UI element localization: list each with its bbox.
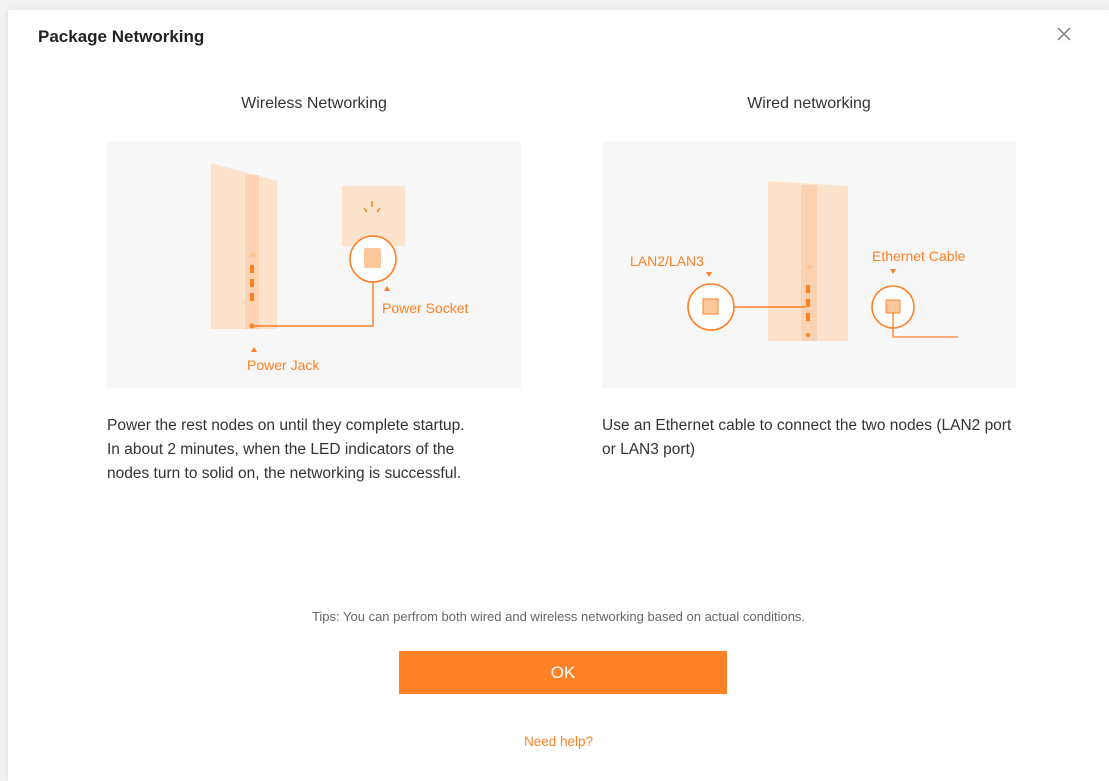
- wireless-description: Power the rest nodes on until they compl…: [107, 414, 497, 486]
- close-icon[interactable]: [1054, 24, 1074, 44]
- node-tower-icon: [211, 163, 277, 329]
- wireless-description-line-2: In about 2 minutes, when the LED indicat…: [107, 441, 462, 482]
- tips-text: Tips: You can perfrom both wired and wir…: [311, 609, 806, 624]
- wired-networking-title: Wired networking: [747, 95, 871, 112]
- wireless-illustration: Power Socket Power Jack: [107, 141, 521, 388]
- wired-description: Use an Ethernet cable to connect the two…: [602, 414, 1022, 462]
- wired-description-line-1: Use an Ethernet cable to connect the two…: [602, 417, 1012, 458]
- ok-button[interactable]: OK: [399, 651, 727, 694]
- lan2-lan3-label: LAN2/LAN3: [630, 253, 704, 269]
- power-jack-label: Power Jack: [247, 357, 320, 373]
- need-help-link[interactable]: Need help?: [8, 734, 1109, 749]
- wireless-description-line-1: Power the rest nodes on until they compl…: [107, 417, 465, 434]
- wireless-networking-title: Wireless Networking: [241, 95, 387, 112]
- wired-illustration: LAN2/LAN3 Ethernet Cable: [602, 141, 1016, 388]
- ethernet-cable-label: Ethernet Cable: [872, 248, 966, 264]
- package-networking-dialog: Package Networking Wireless Networking P…: [8, 10, 1109, 781]
- power-socket-label: Power Socket: [382, 300, 468, 316]
- dialog-title: Package Networking: [38, 27, 205, 46]
